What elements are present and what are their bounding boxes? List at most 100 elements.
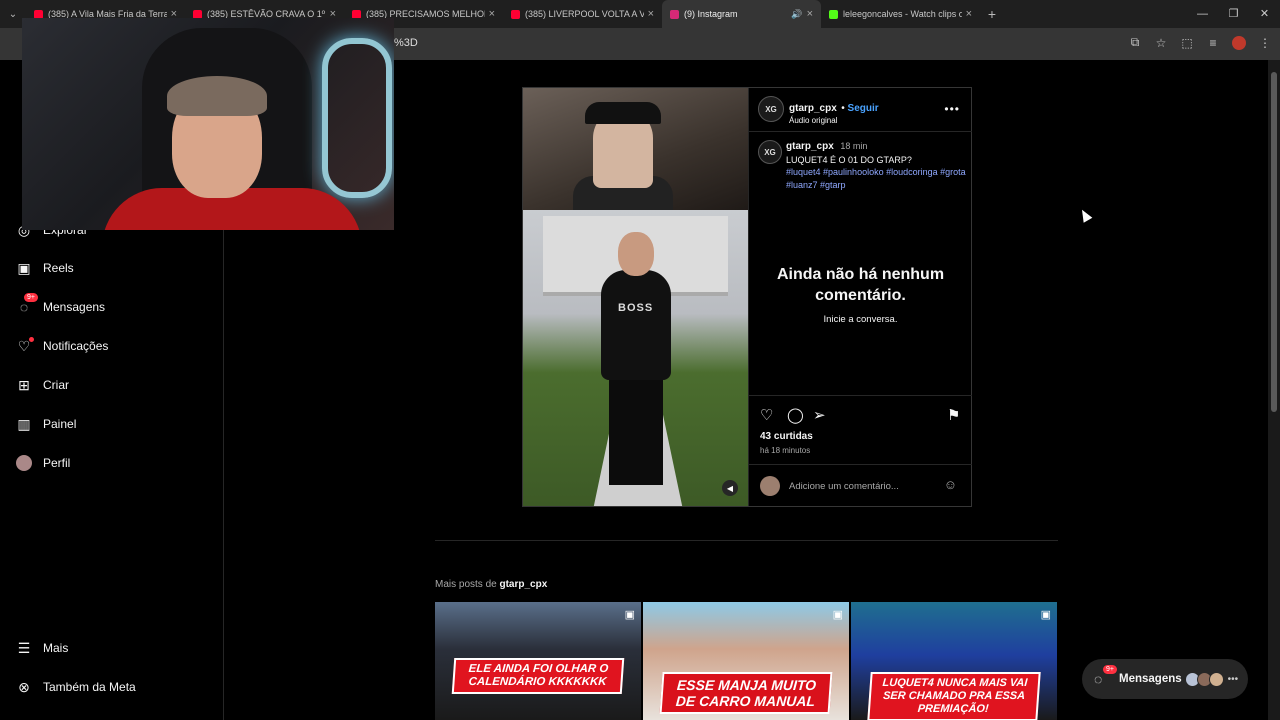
comment-input[interactable]: Adicione um comentário... [789,481,899,492]
empty-comments: Ainda não há nenhum comentário. Inicie a… [749,264,972,325]
mouse-cursor [1077,207,1093,223]
close-window-icon[interactable]: ✕ [1249,0,1280,28]
caption-avatar[interactable]: XG [758,140,782,164]
sidebar-item-reels[interactable]: ▣ Reels [16,259,74,276]
messages-pill[interactable]: ◌ 9+ Mensagens ••• [1082,659,1248,699]
man-hoodie [601,270,671,380]
browser-tab-active[interactable]: (9) Instagram 🔊 × [662,0,821,28]
speaker-icon[interactable]: 🔊 [791,9,802,20]
bookmark-icon[interactable]: ⚑ [947,406,960,424]
more-posts-prefix: Mais posts de [435,579,497,590]
man-head [618,232,654,276]
hoodie-logo: BOSS [618,302,654,314]
sidebar-item-painel[interactable]: ▥ Painel [16,416,76,432]
reel-icon: ▣ [832,609,843,621]
contact-avatar [1208,671,1224,687]
reel-icon: ▣ [1040,609,1051,621]
more-posts-heading: Mais posts de gtarp_cpx [435,579,547,590]
toolbar-icons: ⧉ ☆ ⬚ ≡ ⋮ [1128,35,1272,50]
sidebar-item-label: Perfil [43,456,71,470]
sidebar-item-label: Também da Meta [43,680,136,694]
media-control-icon[interactable]: ≡ [1206,36,1220,50]
sidebar-item-label: Reels [43,261,74,275]
post-header: XG gtarp_cpx • Seguir Áudio original ••• [749,88,972,132]
close-tab-icon[interactable]: × [966,8,972,20]
browser-tab[interactable]: (385) LIVERPOOL VOLTA A VEN × [503,0,662,28]
menu-icon: ☰ [17,639,31,656]
audio-label[interactable]: Áudio original [789,116,879,125]
caption-username[interactable]: gtarp_cpx [786,141,834,152]
post-card: BOSS ◀ XG gtarp_cpx • Seguir Áudio origi… [522,87,972,507]
tab-title: (385) LIVERPOOL VOLTA A VEN [525,9,644,19]
empty-comments-subtitle: Inicie a conversa. [823,314,898,325]
post-thumbnail[interactable]: ▣ LUQUET4 NUNCA MAIS VAI SER CHAMADO PRA… [851,602,1057,720]
follow-button[interactable]: Seguir [848,103,879,114]
volume-icon[interactable]: ◀ [722,480,738,496]
page-scrollbar[interactable] [1268,60,1280,720]
messenger-icon: ◌ 9+ [16,293,38,315]
youtube-icon [511,9,520,19]
sidebar-item-notificacoes[interactable]: ♡ Notificações [16,337,109,354]
reel-icon: ▣ [624,609,635,621]
streamer-hair [167,76,267,116]
like-heart-icon[interactable]: ♡ [760,406,773,424]
unread-dot [29,337,34,342]
comment-icon[interactable]: ◯ [787,406,804,424]
sidebar-item-mensagens[interactable]: ◌ 9+ Mensagens [16,293,106,315]
scrollbar-thumb[interactable] [1271,72,1277,412]
recent-contacts [1184,671,1224,687]
bookmark-star-icon[interactable]: ☆ [1154,36,1168,50]
sidebar-item-label: Painel [43,417,77,431]
video-top-frame [523,88,748,216]
messages-badge: 9+ [1103,665,1117,674]
author-username[interactable]: gtarp_cpx [789,103,837,114]
plus-square-icon: ⊞ [18,376,30,393]
sidebar-item-perfil[interactable]: Perfil [16,455,70,471]
install-app-icon[interactable]: ⧉ [1128,35,1142,50]
sidebar-item-meta[interactable]: ⊗ Também da Meta [16,679,136,695]
more-options-icon[interactable]: ••• [944,102,960,116]
share-icon[interactable]: ➢ [813,406,826,424]
like-count[interactable]: 43 curtidas [760,431,813,442]
thumbnail-banner: LUQUET4 NUNCA MAIS VAI SER CHAMADO PRA E… [867,672,1041,720]
sidebar-item-criar[interactable]: ⊞ Criar [16,377,69,393]
maximize-icon[interactable]: ❐ [1218,0,1249,28]
more-dots-icon: ••• [1227,673,1239,685]
led-light [322,38,392,198]
post-video[interactable]: BOSS ◀ [523,88,748,506]
minimize-icon[interactable]: — [1187,0,1218,28]
heart-icon: ♡ [16,337,34,354]
caption-hashtags[interactable]: #luquet4 #paulinhooloko #loudcoringa #gr… [786,166,966,191]
close-tab-icon[interactable]: × [807,8,813,20]
profile-avatar[interactable] [1232,35,1246,50]
comment-input-row: Adicione um comentário... ☺ [749,464,972,507]
browser-menu-icon[interactable]: ⋮ [1258,36,1272,50]
thumbnail-banner: ESSE MANJA MUITO DE CARRO MANUAL [659,672,833,714]
post-thumbnail[interactable]: ▣ ELE AINDA FOI OLHAR O CALENDÁRIO KKKKK… [435,602,641,720]
tab-title: (9) Instagram [684,9,738,19]
sidebar-item-mais[interactable]: ☰ Mais [16,639,69,656]
close-tab-icon[interactable]: × [648,8,654,20]
user-avatar [760,476,780,496]
sidebar-item-label: Notificações [43,339,109,353]
caption-text: LUQUET4 É O 01 DO GTARP? [786,154,912,165]
avatar-text: XG [765,104,777,114]
author-avatar[interactable]: XG [758,96,784,122]
close-tab-icon[interactable]: × [489,8,495,20]
emoji-icon[interactable]: ☺ [944,477,957,492]
new-tab-button[interactable]: + [980,6,1004,22]
reels-icon: ▣ [17,259,31,276]
avatar-text: XG [764,147,776,157]
browser-tab[interactable]: leleegoncalves - Watch clips on × [821,0,980,28]
instagram-icon [670,9,679,19]
extensions-icon[interactable]: ⬚ [1180,36,1194,50]
post-thumbnail[interactable]: ▣ ESSE MANJA MUITO DE CARRO MANUAL [643,602,849,720]
meta-icon: ⊗ [18,678,30,695]
more-posts-username[interactable]: gtarp_cpx [499,579,547,590]
url-text[interactable]: %3D [394,37,418,49]
tab-title: leleegoncalves - Watch clips on [843,9,962,19]
man-legs [609,375,663,485]
sidebar-item-label: Criar [43,378,69,392]
sidebar-item-label: Mensagens [43,300,106,314]
avatar [16,455,32,471]
